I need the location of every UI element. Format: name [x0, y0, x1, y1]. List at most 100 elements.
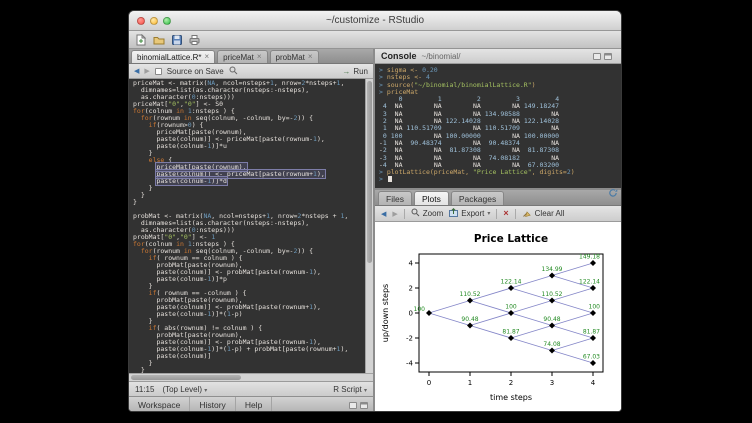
clear-all-button[interactable]: Clear All: [522, 208, 565, 220]
right-pane: Console ~/binomial/ > sigma <- 0.20> nst…: [375, 49, 622, 412]
source-on-save-checkbox[interactable]: [155, 68, 162, 75]
minimize-pane-icon[interactable]: [349, 402, 357, 409]
minimize-button[interactable]: [150, 17, 158, 25]
open-file-icon[interactable]: [153, 35, 165, 45]
chevron-down-icon: ▾: [204, 388, 207, 394]
close-icon[interactable]: ×: [308, 53, 313, 61]
svg-text:-2: -2: [406, 335, 413, 343]
run-button[interactable]: Run: [353, 67, 368, 76]
svg-text:110.52: 110.52: [542, 291, 563, 298]
cursor-position: 11:15: [135, 385, 154, 394]
svg-text:3: 3: [550, 379, 554, 387]
plots-tab-bar: Files Plots Packages: [375, 190, 622, 206]
rstudio-window: ~/customize - RStudio binomialLattice.R*…: [128, 10, 622, 412]
maximize-pane-icon[interactable]: [360, 402, 368, 409]
tab-label: probMat: [276, 51, 305, 64]
traffic-lights: [137, 17, 171, 25]
export-icon: [449, 208, 458, 219]
svg-text:100: 100: [414, 306, 426, 313]
toolbar-separator: [496, 209, 497, 219]
tab-packages[interactable]: Packages: [451, 191, 504, 205]
svg-text:4: 4: [409, 260, 414, 268]
run-icon: →: [342, 67, 350, 76]
maximize-pane-icon[interactable]: [604, 53, 612, 60]
export-label: Export: [461, 209, 484, 218]
clear-all-label: Clear All: [535, 209, 565, 218]
back-icon[interactable]: ◀: [134, 67, 139, 75]
svg-text:0: 0: [409, 310, 413, 318]
console-working-directory[interactable]: ~/binomial/: [422, 52, 461, 61]
svg-text:122.14: 122.14: [579, 279, 600, 286]
close-button[interactable]: [137, 17, 145, 25]
svg-text:110.52: 110.52: [460, 291, 481, 298]
svg-text:81.87: 81.87: [583, 329, 600, 336]
tab-help[interactable]: Help: [236, 397, 272, 412]
tab-files[interactable]: Files: [378, 191, 412, 205]
svg-text:Price Lattice: Price Lattice: [474, 233, 548, 245]
svg-text:122.14: 122.14: [501, 279, 522, 286]
svg-text:100: 100: [505, 304, 517, 311]
console-header: Console ~/binomial/: [375, 49, 622, 64]
close-icon[interactable]: ×: [257, 53, 262, 61]
svg-text:134.99: 134.99: [542, 266, 563, 273]
tab-history[interactable]: History: [190, 397, 235, 412]
console-tab[interactable]: Console: [381, 51, 417, 61]
tab-plots[interactable]: Plots: [414, 191, 449, 205]
remove-plot-icon[interactable]: ×: [503, 209, 508, 218]
search-icon[interactable]: [229, 66, 238, 77]
save-icon[interactable]: [172, 35, 182, 45]
scrollbar-thumb[interactable]: [367, 81, 372, 263]
svg-text:2: 2: [509, 379, 513, 387]
svg-text:81.87: 81.87: [502, 329, 519, 336]
zoom-label: Zoom: [423, 209, 443, 218]
editor-vertical-scrollbar[interactable]: [365, 79, 373, 373]
file-type-selector[interactable]: R Script ▾: [333, 385, 367, 394]
svg-text:up/down steps: up/down steps: [381, 284, 390, 342]
chevron-down-icon: ▾: [487, 210, 490, 217]
scope-selector[interactable]: (Top Level) ▾: [162, 385, 207, 394]
editor-status-bar: 11:15 (Top Level) ▾ R Script ▾: [129, 381, 373, 396]
scope-label: (Top Level): [162, 385, 202, 394]
svg-text:time steps: time steps: [490, 393, 532, 402]
new-file-icon[interactable]: [136, 34, 146, 46]
toolbar-separator: [515, 209, 516, 219]
previous-plot-icon[interactable]: ◀: [381, 210, 386, 218]
tab-label: priceMat: [223, 51, 254, 64]
source-pane: binomialLattice.R* × priceMat × probMat …: [129, 49, 373, 412]
refresh-icon[interactable]: [608, 185, 622, 205]
source-on-save-label: Source on Save: [167, 67, 224, 76]
broom-icon: [522, 208, 532, 220]
lattice-plot: Price Lattice01234-4-2024time stepsup/do…: [375, 222, 622, 412]
svg-text:-4: -4: [406, 360, 414, 368]
tab-label: binomialLattice.R*: [137, 51, 201, 64]
zoom-button[interactable]: Zoom: [411, 208, 443, 219]
main-toolbar: [129, 31, 621, 49]
code-editor[interactable]: priceMat <- matrix(NA, ncol=nsteps+1, nr…: [129, 79, 373, 373]
tab-source-file[interactable]: binomialLattice.R* ×: [131, 50, 215, 63]
next-plot-icon[interactable]: ▶: [392, 210, 397, 218]
window-title: ~/customize - RStudio: [129, 11, 621, 30]
scrollbar-thumb[interactable]: [131, 375, 241, 380]
tab-workspace[interactable]: Workspace: [129, 397, 190, 412]
svg-text:74.08: 74.08: [543, 341, 560, 348]
print-icon[interactable]: [189, 35, 200, 45]
desktop: ~/customize - RStudio binomialLattice.R*…: [0, 0, 752, 423]
zoom-button[interactable]: [163, 17, 171, 25]
tab-probmat[interactable]: probMat ×: [270, 50, 319, 63]
svg-text:90.48: 90.48: [543, 316, 560, 323]
close-icon[interactable]: ×: [204, 53, 209, 61]
source-tab-bar: binomialLattice.R* × priceMat × probMat …: [129, 49, 373, 64]
minimize-pane-icon[interactable]: [593, 53, 601, 60]
window-titlebar[interactable]: ~/customize - RStudio: [129, 11, 621, 31]
plots-toolbar: ◀ ▶ Zoom Export ▾ × Clear All: [375, 206, 622, 222]
editor-horizontal-scrollbar[interactable]: [129, 373, 373, 381]
file-type-label: R Script: [333, 385, 361, 394]
console-output[interactable]: > sigma <- 0.20> nsteps <- 4> source("~/…: [375, 64, 622, 188]
svg-text:90.48: 90.48: [461, 316, 478, 323]
forward-icon[interactable]: ▶: [144, 67, 149, 75]
svg-text:67.03: 67.03: [583, 354, 600, 361]
export-button[interactable]: Export ▾: [449, 208, 490, 219]
tab-pricemat[interactable]: priceMat ×: [217, 50, 267, 63]
chevron-down-icon: ▾: [364, 388, 367, 394]
toolbar-separator: [404, 209, 405, 219]
